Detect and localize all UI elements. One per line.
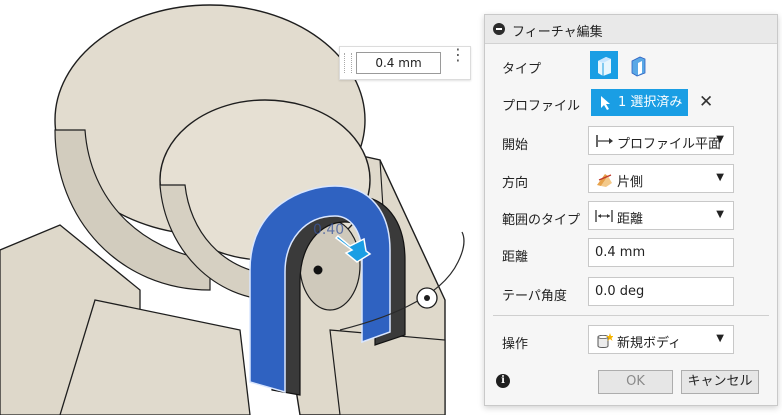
distance-input[interactable]: 0.4 mm (588, 238, 734, 267)
collapse-icon[interactable] (493, 23, 505, 35)
cursor-arrow-icon (601, 96, 610, 110)
dimension-value-label: 0.40 (313, 222, 344, 238)
start-label: 開始 (502, 138, 529, 153)
profile-select-button[interactable]: 1 選択済み (591, 89, 688, 116)
taper-manipulator-handle[interactable] (416, 287, 438, 309)
type-thin-button[interactable] (624, 51, 652, 79)
profile-plane-icon (596, 135, 613, 147)
profile-button-label: 1 選択済み (618, 95, 683, 110)
chevron-down-icon: ▼ (716, 209, 724, 220)
distance-mini-toolbar: 0.4 mm ⋮ (339, 46, 471, 80)
type-label: タイプ (502, 62, 542, 77)
extent-type-label: 範囲のタイプ (502, 213, 581, 228)
thin-extrude-icon (631, 56, 646, 77)
taper-angle-label: テーパ角度 (502, 289, 567, 304)
chevron-down-icon: ▼ (716, 172, 724, 183)
direction-label: 方向 (502, 176, 529, 191)
solid-extrude-icon (598, 57, 611, 76)
clear-selection-icon[interactable]: ✕ (699, 92, 713, 112)
chevron-down-icon: ▼ (716, 134, 724, 145)
one-side-direction-icon (597, 174, 612, 187)
direction-value: 片側 (617, 175, 644, 190)
dialog-title-bar[interactable]: フィーチャ編集 (485, 15, 777, 44)
more-options-icon[interactable]: ⋮ (450, 47, 466, 75)
operation-label: 操作 (502, 337, 529, 352)
ok-button[interactable]: OK (598, 370, 673, 394)
type-solid-button[interactable] (590, 51, 618, 79)
operation-value: 新規ボディ (617, 336, 682, 351)
operation-dropdown[interactable]: 新規ボディ ▼ (588, 325, 734, 354)
start-dropdown[interactable]: プロファイル平面 ▼ (588, 126, 734, 155)
info-icon[interactable]: i (496, 374, 510, 388)
drag-grip-icon[interactable] (344, 53, 352, 73)
start-value: プロファイル平面 (617, 137, 722, 152)
mini-distance-input[interactable]: 0.4 mm (356, 52, 441, 74)
cancel-button[interactable]: キャンセル (681, 370, 759, 394)
profile-label: プロファイル (502, 99, 581, 114)
divider (493, 315, 769, 316)
edit-feature-dialog: フィーチャ編集 タイプ プロファイル 1 選択済み ✕ 開始 プロファイル平面 … (484, 14, 778, 406)
extent-type-dropdown[interactable]: 距離 ▼ (588, 201, 734, 230)
taper-angle-input[interactable]: 0.0 deg (588, 277, 734, 306)
extent-type-value: 距離 (617, 212, 644, 227)
new-body-icon (597, 333, 613, 348)
dialog-title: フィーチャ編集 (512, 25, 603, 40)
distance-label: 距離 (502, 250, 529, 265)
direction-dropdown[interactable]: 片側 ▼ (588, 164, 734, 193)
distance-extent-icon (595, 210, 613, 222)
chevron-down-icon: ▼ (716, 333, 724, 344)
